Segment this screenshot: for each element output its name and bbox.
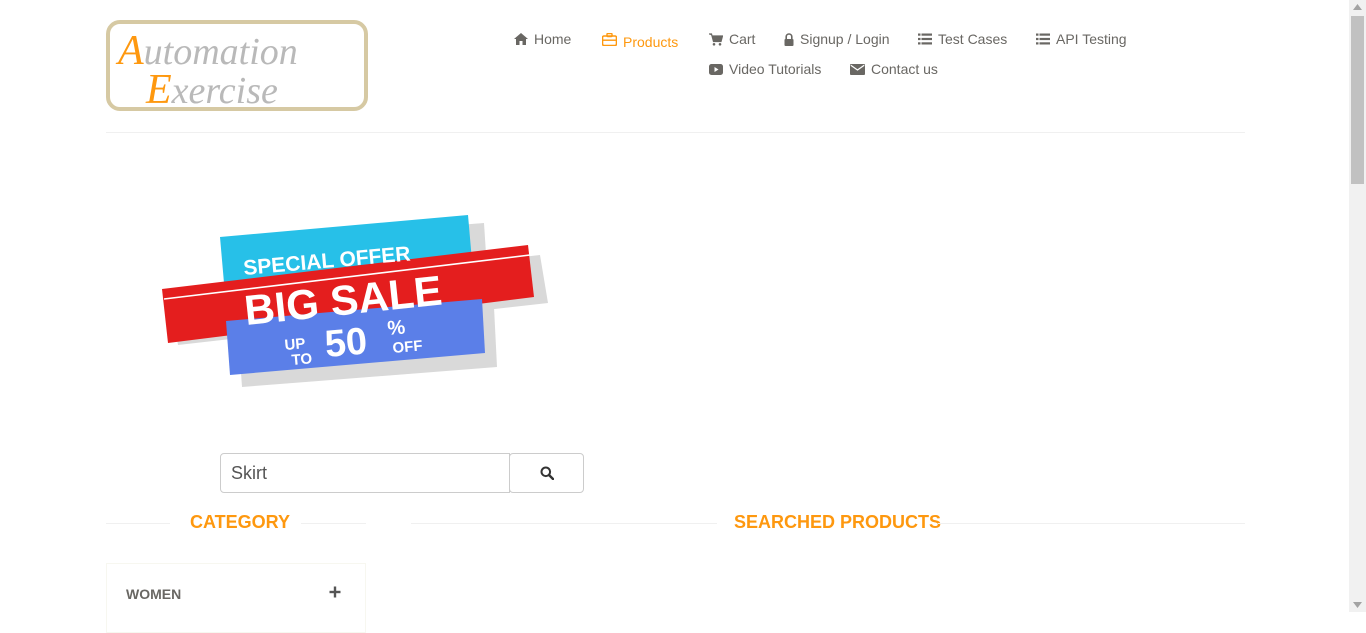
nav-video-tutorials[interactable]: Video Tutorials (709, 61, 821, 77)
list-icon (1036, 33, 1050, 45)
scrollbar-thumb[interactable] (1351, 16, 1364, 184)
nav-test-cases-label: Test Cases (938, 31, 1008, 47)
category-item-women[interactable]: WOMEN (126, 586, 181, 602)
nav-signup-login[interactable]: Signup / Login (784, 31, 890, 47)
nav-test-cases[interactable]: Test Cases (918, 31, 1007, 47)
briefcase-icon (602, 32, 617, 46)
site-logo[interactable]: Automation Exercise (106, 20, 368, 111)
list-icon (918, 33, 932, 45)
searched-products-title: SEARCHED PRODUCTS (734, 512, 942, 532)
nav-api-testing[interactable]: API Testing (1036, 31, 1127, 47)
banner-to: TO (291, 350, 313, 369)
banner-amount: 50 (323, 320, 369, 366)
lock-icon (784, 32, 794, 46)
nav-home-label: Home (534, 31, 572, 47)
products-title-line-left (411, 523, 717, 524)
logo-line-2-rest: xercise (171, 70, 278, 107)
cart-icon (709, 32, 723, 46)
nav-contact-us[interactable]: Contact us (850, 61, 938, 77)
envelope-icon (850, 63, 865, 75)
nav-contact-us-label: Contact us (871, 61, 938, 77)
nav-products-label: Products (623, 34, 679, 50)
header-divider (106, 132, 1245, 133)
logo-line-1: Automation (115, 28, 298, 74)
search-icon (540, 466, 554, 480)
plus-icon[interactable] (329, 586, 341, 598)
nav-signup-login-label: Signup / Login (800, 31, 890, 47)
nav-api-testing-label: API Testing (1056, 31, 1127, 47)
category-title: CATEGORY (190, 512, 291, 532)
home-icon (514, 33, 528, 45)
product-search (220, 453, 584, 493)
search-button[interactable] (509, 453, 584, 493)
sale-banner: SPECIAL OFFER BIG SALE UP TO 50 % OFF (162, 215, 548, 387)
category-title-line-left (106, 523, 170, 524)
nav-video-tutorials-label: Video Tutorials (729, 61, 822, 77)
page-scrollbar[interactable] (1349, 0, 1366, 612)
category-title-line-right (301, 523, 366, 524)
logo-line-1-initial: A (115, 28, 144, 74)
logo-line-2: Exercise (145, 67, 278, 107)
banner-off: OFF (392, 337, 423, 357)
category-panel: WOMEN (106, 563, 366, 633)
nav-products[interactable]: Products (602, 31, 679, 50)
nav-cart-label: Cart (729, 31, 756, 47)
search-input[interactable] (220, 453, 510, 493)
banner-percent: % (387, 316, 407, 339)
products-title-line-right (938, 523, 1245, 524)
youtube-play-icon (709, 63, 723, 75)
scroll-down-arrow-icon[interactable] (1353, 602, 1362, 608)
nav-cart[interactable]: Cart (709, 31, 755, 47)
scroll-up-arrow-icon[interactable] (1353, 4, 1362, 10)
logo-line-2-initial: E (145, 67, 172, 107)
nav-home[interactable]: Home (514, 31, 571, 47)
